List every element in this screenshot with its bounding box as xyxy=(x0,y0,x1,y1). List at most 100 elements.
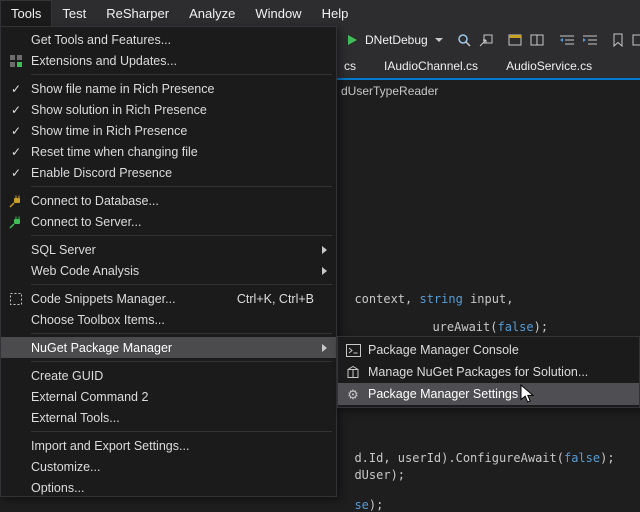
split-window-icon[interactable] xyxy=(530,31,545,49)
menu-item-label: Show solution in Rich Presence xyxy=(31,103,207,117)
tab-label: cs xyxy=(344,59,356,73)
tools-dropdown-menu: Get Tools and Features... Extensions and… xyxy=(0,26,337,497)
code-token: ureAwait( xyxy=(432,320,497,334)
tab-label: AudioService.cs xyxy=(506,59,592,73)
code-token: input, xyxy=(463,292,514,306)
menu-separator xyxy=(31,235,332,236)
menu-item-label: Customize... xyxy=(31,460,100,474)
debug-target-label[interactable]: DNetDebug xyxy=(365,33,428,47)
submenu-item-label: Package Manager Settings xyxy=(368,387,518,401)
menu-item-sql-server[interactable]: SQL Server xyxy=(1,239,336,260)
menu-item-label: External Tools... xyxy=(31,411,120,425)
menu-item-label: Show file name in Rich Presence xyxy=(31,82,214,96)
snippets-icon xyxy=(1,292,31,306)
menu-item-extensions-and-updates[interactable]: Extensions and Updates... xyxy=(1,50,336,71)
breadcrumb-text: dUserTypeReader xyxy=(341,84,438,98)
menu-item-show-time-rich-presence[interactable]: ✓ Show time in Rich Presence xyxy=(1,120,336,141)
dropdown-caret-icon[interactable] xyxy=(435,38,443,42)
menu-item-connect-to-database[interactable]: Connect to Database... xyxy=(1,190,336,211)
package-icon xyxy=(338,365,368,379)
tab-label: IAudioChannel.cs xyxy=(384,59,478,73)
document-tab-iaudiochannel[interactable]: IAudioChannel.cs xyxy=(380,59,482,73)
server-icon xyxy=(1,215,31,229)
menu-separator xyxy=(31,186,332,187)
menu-item-code-snippets-manager[interactable]: Code Snippets Manager... Ctrl+K, Ctrl+B xyxy=(1,288,336,309)
submenu-item-package-manager-console[interactable]: Package Manager Console xyxy=(338,339,639,361)
menu-item-label: Connect to Server... xyxy=(31,215,141,229)
code-token: ); xyxy=(534,320,548,334)
attach-icon[interactable] xyxy=(479,31,494,49)
menu-item-external-command-2[interactable]: External Command 2 xyxy=(1,386,336,407)
code-line: ureAwait(false); xyxy=(418,306,548,334)
code-token: string xyxy=(419,292,462,306)
gear-icon: ⚙ xyxy=(338,388,368,401)
menubar-item-help[interactable]: Help xyxy=(312,0,359,26)
menu-item-nuget-package-manager[interactable]: NuGet Package Manager xyxy=(1,337,336,358)
bookmark-icon[interactable] xyxy=(612,31,624,49)
menu-separator xyxy=(31,333,332,334)
menu-item-shortcut: Ctrl+K, Ctrl+B xyxy=(237,292,332,306)
indent-right-icon[interactable] xyxy=(582,31,598,49)
menu-item-label: Web Code Analysis xyxy=(31,264,139,278)
menu-item-create-guid[interactable]: Create GUID xyxy=(1,365,336,386)
database-icon xyxy=(1,194,31,208)
menu-separator xyxy=(31,361,332,362)
document-tab-audioservice[interactable]: AudioService.cs xyxy=(502,59,596,73)
menu-item-web-code-analysis[interactable]: Web Code Analysis xyxy=(1,260,336,281)
menubar-item-label: Window xyxy=(255,6,301,21)
menu-item-connect-to-server[interactable]: Connect to Server... xyxy=(1,211,336,232)
menu-item-label: Connect to Database... xyxy=(31,194,159,208)
toolbar: DNetDebug xyxy=(337,26,640,54)
menu-item-show-file-name-rich-presence[interactable]: ✓ Show file name in Rich Presence xyxy=(1,78,336,99)
extensions-icon xyxy=(1,54,31,68)
code-line: context, string input, xyxy=(340,278,513,306)
menu-item-label: Reset time when changing file xyxy=(31,145,198,159)
menubar-item-label: ReSharper xyxy=(106,6,169,21)
document-tab[interactable]: cs xyxy=(340,59,360,73)
code-line: dUser); xyxy=(340,454,405,482)
console-icon xyxy=(338,344,368,357)
menu-item-label: SQL Server xyxy=(31,243,96,257)
submenu-item-label: Package Manager Console xyxy=(368,343,519,357)
menubar-item-window[interactable]: Window xyxy=(245,0,311,26)
submenu-item-package-manager-settings[interactable]: ⚙ Package Manager Settings xyxy=(338,383,639,405)
menubar-item-label: Tools xyxy=(11,6,41,21)
menu-item-choose-toolbox-items[interactable]: Choose Toolbox Items... xyxy=(1,309,336,330)
check-icon: ✓ xyxy=(1,124,31,138)
box-icon[interactable] xyxy=(631,31,640,49)
code-token: context, xyxy=(354,292,419,306)
check-icon: ✓ xyxy=(1,103,31,117)
play-icon[interactable] xyxy=(347,31,358,49)
code-token: ); xyxy=(600,451,614,465)
indent-left-icon[interactable] xyxy=(559,31,575,49)
menu-item-label: Extensions and Updates... xyxy=(31,54,177,68)
find-icon[interactable] xyxy=(457,31,472,49)
menu-item-external-tools[interactable]: External Tools... xyxy=(1,407,336,428)
menu-item-reset-time-when-changing-file[interactable]: ✓ Reset time when changing file xyxy=(1,141,336,162)
check-icon: ✓ xyxy=(1,82,31,96)
menu-item-label: NuGet Package Manager xyxy=(31,341,172,355)
menu-item-label: Options... xyxy=(31,481,85,495)
menu-item-get-tools-and-features[interactable]: Get Tools and Features... xyxy=(1,29,336,50)
menubar-item-resharper[interactable]: ReSharper xyxy=(96,0,179,26)
menu-item-label: Code Snippets Manager... xyxy=(31,292,176,306)
mouse-cursor-icon xyxy=(520,384,534,409)
menubar-item-analyze[interactable]: Analyze xyxy=(179,0,245,26)
new-window-icon[interactable] xyxy=(508,31,523,49)
menu-item-label: Import and Export Settings... xyxy=(31,439,189,453)
submenu-arrow-icon xyxy=(322,246,327,254)
menu-item-options[interactable]: Options... xyxy=(1,477,336,498)
check-icon: ✓ xyxy=(1,145,31,159)
menubar-item-tools[interactable]: Tools xyxy=(0,0,52,26)
menu-item-customize[interactable]: Customize... xyxy=(1,456,336,477)
menu-item-show-solution-rich-presence[interactable]: ✓ Show solution in Rich Presence xyxy=(1,99,336,120)
menu-item-import-export-settings[interactable]: Import and Export Settings... xyxy=(1,435,336,456)
menubar-item-label: Help xyxy=(322,6,349,21)
menu-separator xyxy=(31,74,332,75)
code-token: false xyxy=(497,320,533,334)
breadcrumb[interactable]: dUserTypeReader xyxy=(337,82,640,100)
menu-item-label: Choose Toolbox Items... xyxy=(31,313,165,327)
menu-item-enable-discord-presence[interactable]: ✓ Enable Discord Presence xyxy=(1,162,336,183)
menubar-item-test[interactable]: Test xyxy=(52,0,96,26)
submenu-item-manage-nuget-packages-for-solution[interactable]: Manage NuGet Packages for Solution... xyxy=(338,361,639,383)
